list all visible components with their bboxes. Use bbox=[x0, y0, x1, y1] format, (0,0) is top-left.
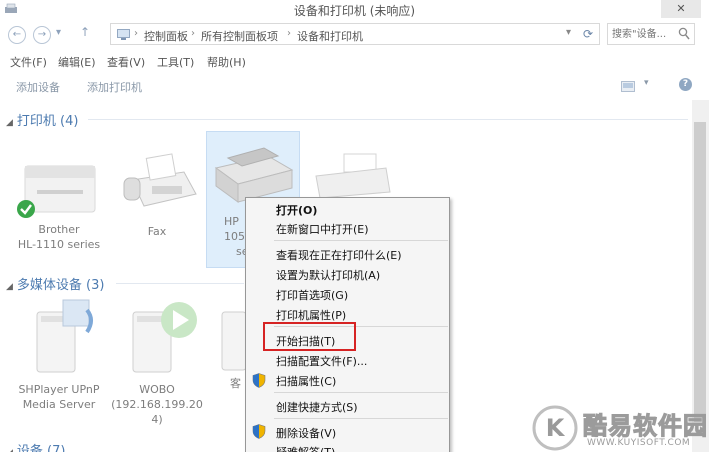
title-bar: 设备和打印机 (未响应) ✕ bbox=[0, 0, 709, 20]
ctx-printing-preferences[interactable]: 打印首选项(G) bbox=[276, 287, 348, 303]
watermark-url: WWW.KUYISOFT.COM bbox=[587, 438, 691, 448]
close-icon: ✕ bbox=[676, 2, 686, 15]
collapse-icon[interactable]: ◢ bbox=[6, 282, 13, 292]
device-label: HL-1110 series bbox=[17, 238, 101, 251]
vertical-scrollbar[interactable] bbox=[692, 100, 709, 452]
forward-button[interactable]: → bbox=[33, 26, 51, 44]
window-title: 设备和打印机 (未响应) bbox=[293, 4, 416, 18]
media-renderer-icon bbox=[132, 302, 197, 373]
breadcrumb-separator: › bbox=[287, 28, 291, 39]
add-printer-button[interactable]: 添加打印机 bbox=[87, 79, 142, 95]
annotation-highlight-box bbox=[263, 322, 356, 351]
default-printer-check-icon bbox=[17, 200, 35, 218]
device-wobo[interactable]: WOBO (192.168.199.20 4) bbox=[110, 296, 204, 427]
menu-separator bbox=[274, 418, 448, 419]
uac-shield-icon bbox=[252, 373, 266, 388]
group-title: 设备 (7) bbox=[16, 444, 66, 452]
device-printer-4[interactable] bbox=[306, 150, 396, 204]
ctx-see-whats-printing[interactable]: 查看现在正在打印什么(E) bbox=[276, 247, 402, 263]
close-button[interactable]: ✕ bbox=[661, 0, 701, 18]
up-button[interactable]: ↑ bbox=[80, 25, 90, 39]
group-header-printers[interactable]: ◢ 打印机 (4) bbox=[6, 110, 78, 129]
breadcrumb-separator: › bbox=[134, 28, 138, 39]
ctx-scan-properties[interactable]: 扫描属性(C) bbox=[276, 373, 336, 389]
uac-shield-icon bbox=[252, 424, 266, 439]
fax-icon bbox=[123, 153, 197, 207]
device-label: SHPlayer UPnP bbox=[18, 383, 100, 396]
device-label: WOBO bbox=[139, 383, 175, 396]
ctx-open-new-window[interactable]: 在新窗口中打开(E) bbox=[276, 221, 369, 237]
breadcrumb-all-items[interactable]: 所有控制面板项 bbox=[201, 28, 278, 44]
ctx-set-default-printer[interactable]: 设置为默认打印机(A) bbox=[276, 267, 380, 283]
ctx-remove-device[interactable]: 删除设备(V) bbox=[276, 425, 336, 441]
watermark-logo: K 酷易软件园 WWW.KUYISOFT.COM bbox=[531, 404, 709, 452]
media-server-icon bbox=[36, 299, 93, 373]
search-box[interactable] bbox=[607, 23, 695, 45]
ctx-create-shortcut[interactable]: 创建快捷方式(S) bbox=[276, 399, 358, 415]
media-device-icon bbox=[221, 311, 247, 371]
watermark-text: 酷易软件园 bbox=[583, 412, 708, 441]
address-bar[interactable]: › 控制面板 › 所有控制面板项 › 设备和打印机 ▾ ⟳ bbox=[110, 23, 600, 45]
device-shplayer-media-server[interactable]: SHPlayer UPnP Media Server bbox=[12, 296, 106, 412]
group-title: 多媒体设备 (3) bbox=[16, 278, 105, 293]
scrollbar-thumb[interactable] bbox=[694, 122, 706, 422]
command-bar: 添加设备 添加打印机 ▾ ? bbox=[0, 74, 709, 98]
breadcrumb-control-panel[interactable]: 控制面板 bbox=[144, 28, 188, 44]
svg-text:K: K bbox=[546, 414, 566, 442]
control-panel-icon bbox=[117, 29, 130, 40]
device-label: Brother bbox=[38, 223, 80, 236]
ctx-troubleshoot[interactable]: 疑难解答(T) bbox=[276, 444, 335, 452]
menu-tools[interactable]: 工具(T) bbox=[157, 54, 194, 70]
menu-bar: 文件(F) 编辑(E) 查看(V) 工具(T) 帮助(H) bbox=[0, 52, 709, 70]
address-dropdown-icon[interactable]: ▾ bbox=[566, 27, 571, 38]
view-options-icon[interactable] bbox=[621, 81, 635, 92]
group-divider bbox=[116, 283, 244, 284]
back-button[interactable]: ← bbox=[8, 26, 26, 44]
ctx-printer-properties[interactable]: 打印机属性(P) bbox=[276, 307, 346, 323]
refresh-icon[interactable]: ⟳ bbox=[583, 27, 593, 41]
group-divider bbox=[88, 119, 688, 120]
menu-separator bbox=[274, 392, 448, 393]
printer-icon bbox=[315, 153, 391, 199]
menu-view[interactable]: 查看(V) bbox=[107, 54, 145, 70]
menu-edit[interactable]: 编辑(E) bbox=[58, 54, 96, 70]
search-input[interactable] bbox=[612, 26, 678, 42]
menu-separator bbox=[274, 240, 448, 241]
ctx-open[interactable]: 打开(O) bbox=[276, 202, 317, 218]
ctx-scan-profiles[interactable]: 扫描配置文件(F)... bbox=[276, 353, 367, 369]
device-label: 4) bbox=[151, 413, 163, 426]
help-button[interactable]: ? bbox=[679, 78, 692, 91]
group-header-devices[interactable]: ◢设备 (7) bbox=[6, 440, 65, 452]
device-label: Media Server bbox=[22, 398, 96, 411]
collapse-icon[interactable]: ◢ bbox=[6, 118, 13, 128]
menu-help[interactable]: 帮助(H) bbox=[207, 54, 246, 70]
device-fax[interactable]: Fax bbox=[110, 150, 204, 239]
navigation-bar: ← → ▾ ↑ › 控制面板 › 所有控制面板项 › 设备和打印机 ▾ ⟳ bbox=[0, 20, 709, 48]
group-title: 打印机 (4) bbox=[16, 114, 79, 129]
menu-file[interactable]: 文件(F) bbox=[10, 54, 47, 70]
history-dropdown-icon[interactable]: ▾ bbox=[56, 27, 61, 38]
add-device-button[interactable]: 添加设备 bbox=[16, 79, 60, 95]
collapse-icon[interactable]: ◢ bbox=[6, 448, 13, 452]
search-icon[interactable] bbox=[678, 27, 690, 41]
device-label: Fax bbox=[147, 225, 167, 238]
device-label: (192.168.199.20 bbox=[111, 398, 203, 411]
group-header-media[interactable]: ◢ 多媒体设备 (3) bbox=[6, 274, 104, 293]
breadcrumb-separator: › bbox=[191, 28, 195, 39]
view-dropdown-icon[interactable]: ▾ bbox=[644, 78, 649, 88]
breadcrumb-devices-printers[interactable]: 设备和打印机 bbox=[297, 28, 363, 44]
